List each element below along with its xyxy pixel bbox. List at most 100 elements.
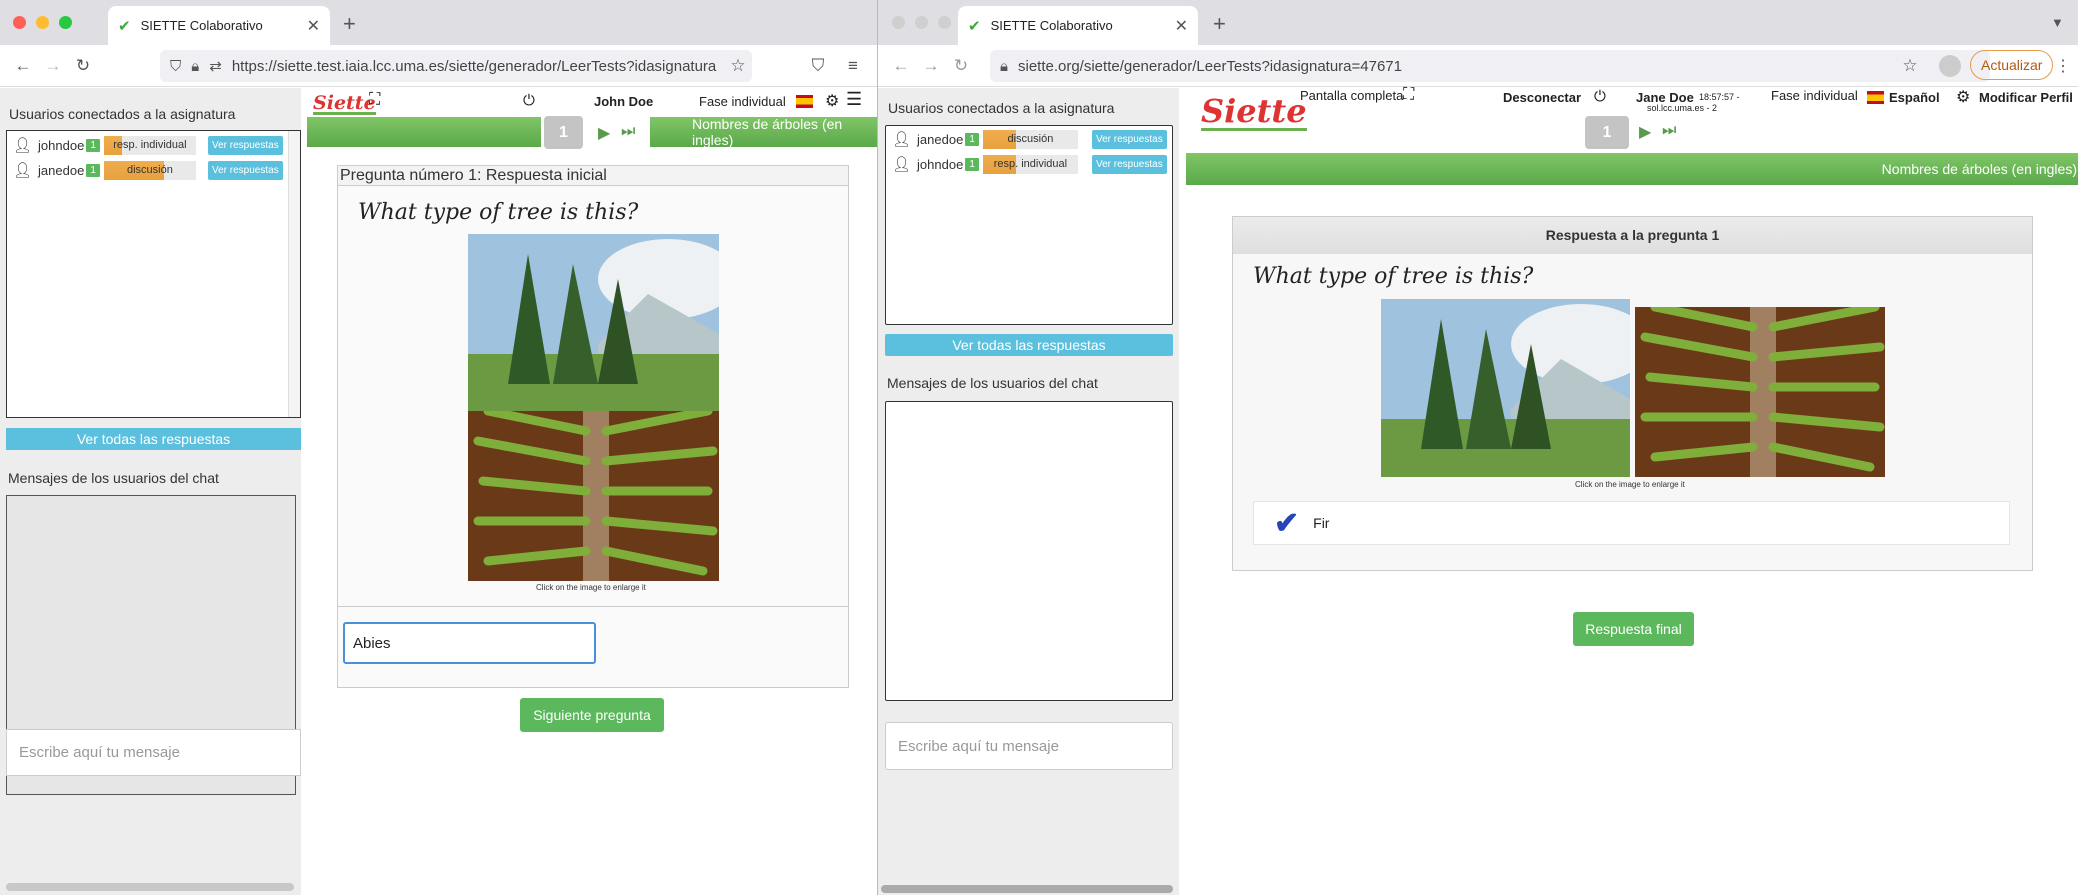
- maximize-window-button[interactable]: [938, 16, 951, 29]
- disconnect-link[interactable]: Desconectar: [1503, 90, 1581, 105]
- maximize-window-button[interactable]: [59, 16, 72, 29]
- view-answers-button[interactable]: Ver respuestas: [208, 161, 283, 180]
- tab-title: SIETTE Colaborativo: [990, 18, 1113, 33]
- test-name-bar: Nombres de árboles (en ingles): [650, 116, 877, 148]
- user-icon: 👤︎: [892, 156, 912, 173]
- window-controls[interactable]: [13, 16, 72, 29]
- status-label: discusión: [126, 163, 173, 176]
- profile-avatar-icon[interactable]: [1939, 55, 1961, 77]
- minimize-window-button[interactable]: [915, 16, 928, 29]
- hamburger-menu-icon[interactable]: ☰: [846, 89, 862, 110]
- reload-icon[interactable]: ↻: [946, 56, 976, 76]
- kebab-menu-icon[interactable]: ⋮: [2048, 56, 2078, 76]
- question-text: What type of tree is this?: [1253, 264, 1534, 289]
- update-browser-button[interactable]: Actualizar: [1970, 50, 2054, 80]
- trees-image[interactable]: [1381, 299, 1630, 477]
- checkmark-icon: ✔: [1274, 506, 1300, 540]
- final-answer-button[interactable]: Respuesta final: [1573, 612, 1694, 646]
- tab-title: SIETTE Colaborativo: [140, 18, 263, 33]
- back-icon[interactable]: ←: [886, 56, 916, 76]
- close-tab-icon[interactable]: ✕: [307, 16, 320, 36]
- site-settings-icon: ⇄: [209, 58, 222, 75]
- close-tab-icon[interactable]: ✕: [1175, 16, 1188, 36]
- all-answers-button[interactable]: Ver todas las respuestas: [885, 334, 1173, 356]
- power-icon[interactable]: ⏻: [1594, 88, 1606, 105]
- horizontal-scrollbar[interactable]: [6, 883, 294, 891]
- forward-icon[interactable]: →: [38, 56, 68, 76]
- last-icon[interactable]: ⏭: [1662, 122, 1676, 140]
- status-label: resp. individual: [993, 157, 1068, 170]
- view-answers-button[interactable]: Ver respuestas: [1092, 130, 1167, 149]
- main-content: Siette ⛶ ⏻ John Doe Fase individual ⚙ ☰ …: [301, 88, 877, 895]
- gear-icon[interactable]: ⚙: [1956, 87, 1970, 107]
- page-1-button[interactable]: 1: [1585, 116, 1629, 149]
- panel-divider: [338, 606, 848, 607]
- trees-image[interactable]: [468, 234, 719, 411]
- browser-tab[interactable]: ✔ SIETTE Colaborativo ✕: [958, 6, 1198, 45]
- last-icon[interactable]: ⏭: [621, 123, 635, 141]
- tab-search-icon[interactable]: ▼: [2051, 15, 2064, 30]
- menu-icon[interactable]: ≡: [838, 56, 868, 76]
- fullscreen-icon[interactable]: ⛶: [369, 91, 380, 109]
- chat-title: Mensajes de los usuarios del chat: [8, 470, 219, 486]
- chat-messages-area: [885, 401, 1173, 701]
- answer-input[interactable]: Abies: [343, 622, 596, 664]
- view-answers-button[interactable]: Ver respuestas: [1092, 155, 1167, 174]
- next-question-button[interactable]: Siguiente pregunta: [520, 698, 664, 732]
- phase-label: Fase individual: [699, 94, 786, 109]
- question-text: What type of tree is this?: [358, 200, 639, 225]
- user-name: janedoe: [38, 162, 85, 178]
- user-icon: 👤︎: [892, 131, 912, 148]
- gear-icon[interactable]: ⚙: [825, 91, 839, 111]
- fullscreen-label[interactable]: Pantalla completa: [1300, 88, 1403, 103]
- all-answers-button[interactable]: Ver todas las respuestas: [6, 428, 301, 450]
- green-bar-left: [307, 117, 541, 147]
- lock-icon: 🔒︎: [191, 57, 200, 75]
- main-content: Siette Pantalla completa ⛶ Desconectar ⏻…: [1179, 86, 2078, 895]
- new-tab-icon[interactable]: +: [1213, 11, 1226, 37]
- address-bar[interactable]: 🔒︎ siette.org/siette/generador/LeerTests…: [990, 50, 1990, 82]
- window-controls[interactable]: [892, 16, 951, 29]
- checkmark-favicon-icon: ✔: [118, 17, 131, 35]
- bookmark-star-icon[interactable]: ☆: [1895, 56, 1925, 76]
- needles-image-svg: [468, 411, 719, 581]
- answer-text: Fir: [1313, 515, 1330, 531]
- chat-input[interactable]: Escribe aquí tu mensaje: [885, 722, 1173, 770]
- next-icon[interactable]: ▶: [598, 123, 610, 143]
- browser-tab[interactable]: ✔ SIETTE Colaborativo ✕: [108, 6, 330, 45]
- reload-icon[interactable]: ↻: [68, 56, 98, 76]
- edit-profile-link[interactable]: Modificar Perfil: [1979, 90, 2073, 105]
- spain-flag-icon[interactable]: [1867, 91, 1884, 104]
- answer-row: ✔ Fir: [1253, 501, 2010, 545]
- image-caption: Click on the image to enlarge it: [536, 583, 646, 592]
- lock-icon: 🔒︎: [1000, 57, 1008, 75]
- next-icon[interactable]: ▶: [1639, 122, 1651, 142]
- needles-image[interactable]: [468, 411, 719, 581]
- language-selector[interactable]: Español: [1889, 90, 1940, 105]
- horizontal-scrollbar[interactable]: [881, 885, 1173, 893]
- view-answers-button[interactable]: Ver respuestas: [208, 136, 283, 155]
- status-progress: discusión: [982, 129, 1078, 149]
- page-1-button[interactable]: 1: [544, 116, 583, 149]
- needles-image[interactable]: [1635, 307, 1885, 477]
- back-icon[interactable]: ←: [8, 56, 38, 76]
- bookmark-star-icon[interactable]: ☆: [723, 56, 753, 76]
- minimize-window-button[interactable]: [36, 16, 49, 29]
- close-window-button[interactable]: [892, 16, 905, 29]
- url-text: siette.org/siette/generador/LeerTests?id…: [1017, 57, 1402, 75]
- right-browser-window: ✔ SIETTE Colaborativo ✕ + ▼ ← → ↻ 🔒︎ sie…: [877, 0, 2078, 895]
- logo-text: Siette: [313, 92, 376, 114]
- new-tab-icon[interactable]: +: [343, 11, 356, 37]
- address-bar[interactable]: ⛉ 🔒︎ ⇄ https://siette.test.iaia.lcc.uma.…: [160, 50, 752, 82]
- trees-image-svg: [468, 234, 719, 411]
- chat-input[interactable]: Escribe aquí tu mensaje: [6, 729, 301, 776]
- forward-icon[interactable]: →: [916, 56, 946, 76]
- navigation-bar: ← → ↻ 🔒︎ siette.org/siette/generador/Lee…: [878, 45, 2078, 87]
- session-host: sol.lcc.uma.es - 2: [1647, 103, 1718, 113]
- pocket-icon[interactable]: ⛉: [803, 56, 833, 76]
- trees-image-svg: [1381, 299, 1630, 477]
- fullscreen-icon[interactable]: ⛶: [1403, 86, 1414, 104]
- power-icon[interactable]: ⏻: [523, 92, 535, 109]
- spain-flag-icon[interactable]: [796, 95, 813, 108]
- close-window-button[interactable]: [13, 16, 26, 29]
